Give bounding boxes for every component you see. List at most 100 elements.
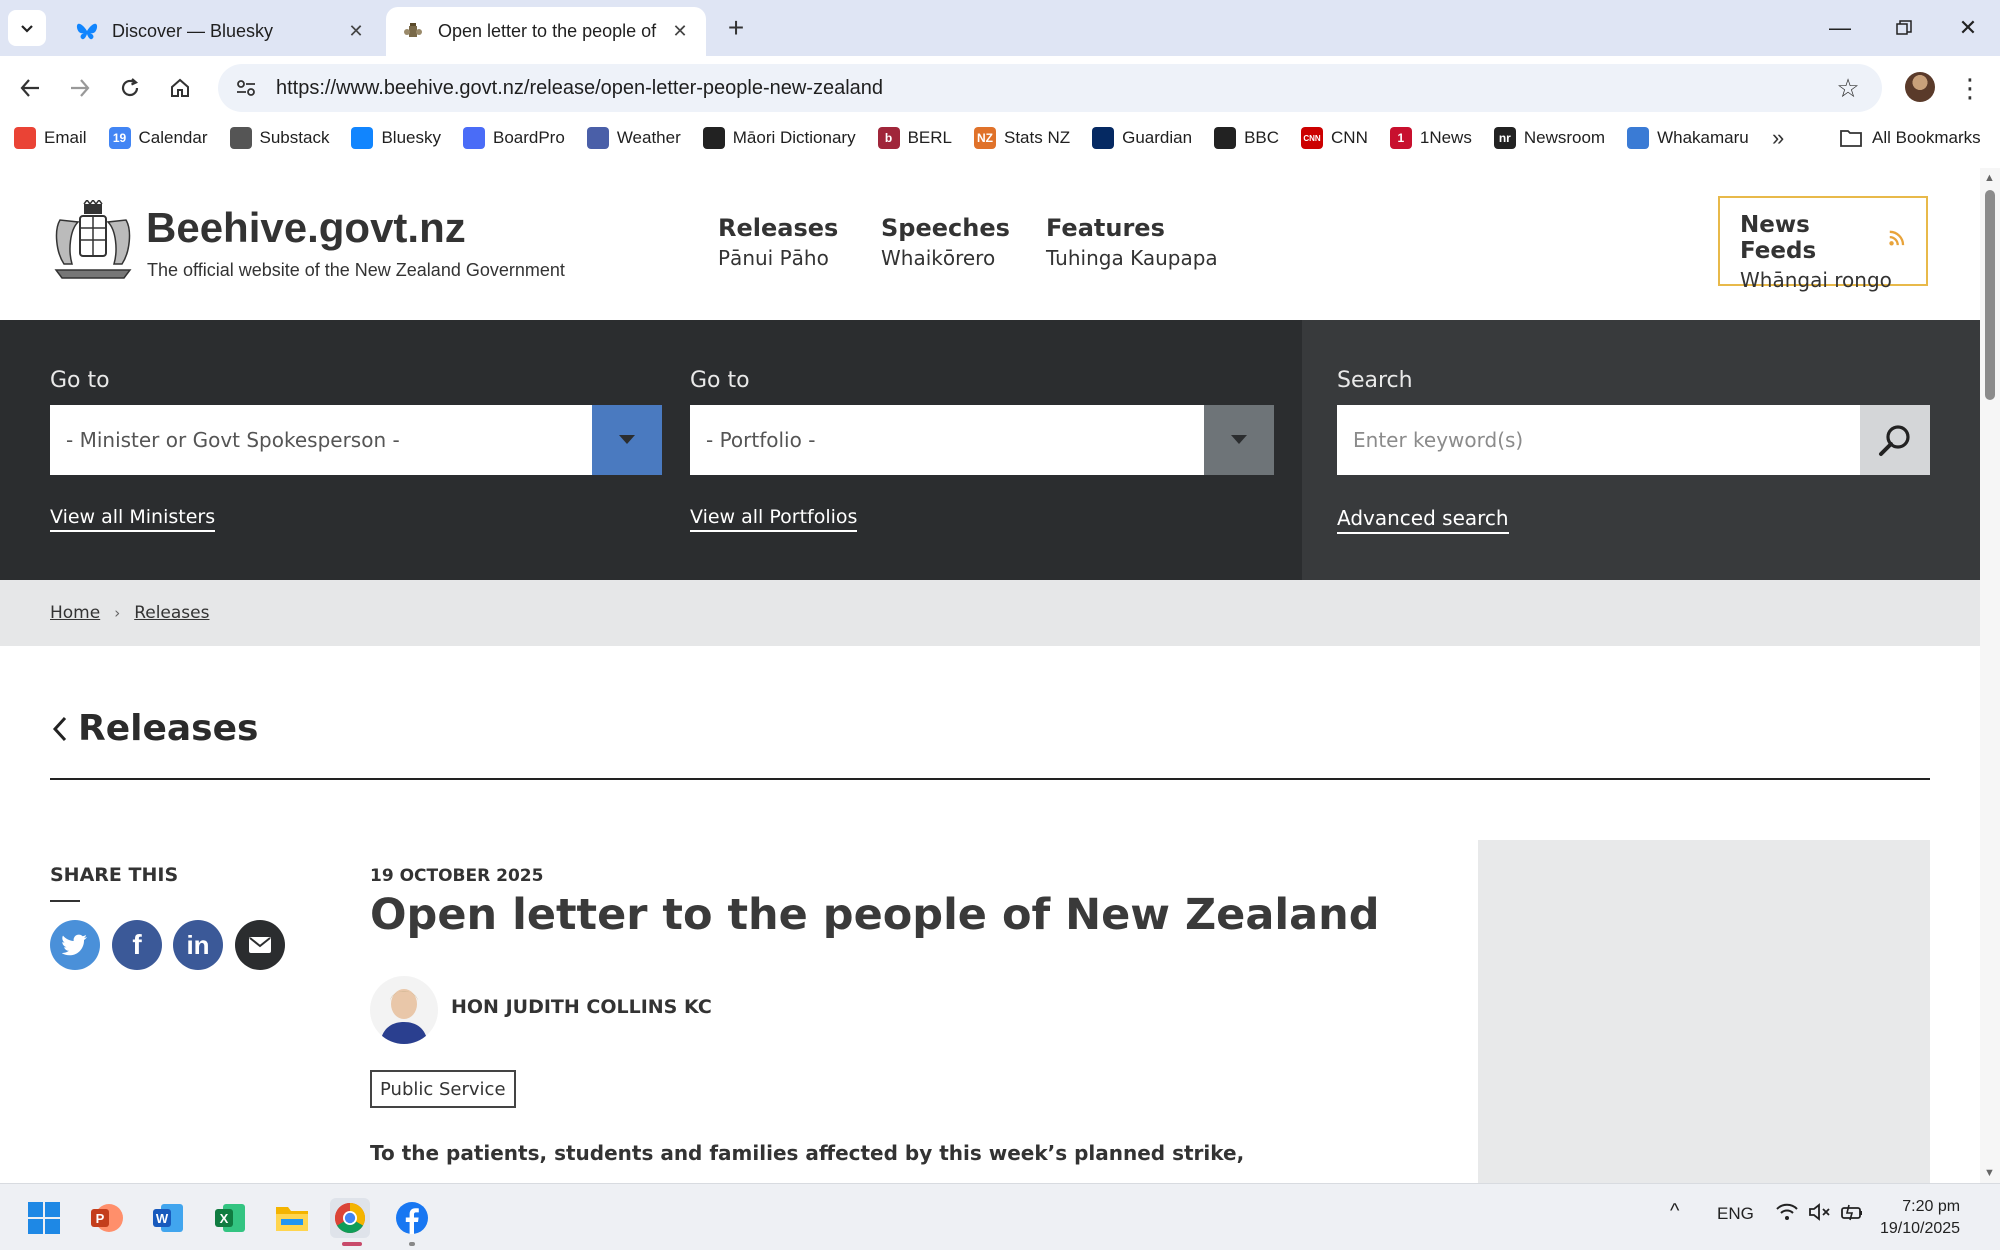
- kebab-menu-icon[interactable]: ⋮: [1955, 70, 1985, 106]
- bookmark-email[interactable]: Email: [14, 127, 87, 149]
- minister-avatar[interactable]: [370, 976, 438, 1044]
- scrollbar-thumb[interactable]: [1985, 190, 1995, 400]
- minister-select-value: - Minister or Govt Spokesperson -: [66, 428, 400, 452]
- chevron-left-icon: [52, 716, 67, 741]
- close-tab-icon[interactable]: ✕: [670, 21, 690, 42]
- share-linkedin-button[interactable]: in: [173, 920, 223, 970]
- search-input[interactable]: [1337, 405, 1860, 475]
- language-indicator[interactable]: ENG: [1717, 1204, 1754, 1224]
- chevron-down-icon[interactable]: [1204, 405, 1274, 475]
- volume-muted-icon[interactable]: [1808, 1202, 1832, 1227]
- minister-select[interactable]: - Minister or Govt Spokesperson -: [50, 405, 662, 475]
- minimize-icon[interactable]: —: [1820, 10, 1860, 46]
- bookmark-bluesky[interactable]: Bluesky: [351, 127, 441, 149]
- share-twitter-button[interactable]: [50, 920, 100, 970]
- bookmark-whakamaru[interactable]: Whakamaru: [1627, 127, 1749, 149]
- breadcrumb: Home › Releases: [0, 580, 1980, 646]
- facebook-icon: f: [132, 929, 142, 960]
- bookmark-newsroom[interactable]: nr Newsroom: [1493, 127, 1606, 149]
- new-tab-button[interactable]: +: [720, 12, 752, 44]
- back-to-releases-link[interactable]: Releases: [50, 708, 258, 749]
- profile-avatar[interactable]: [1905, 72, 1935, 102]
- twitter-icon: [62, 934, 87, 956]
- bookmark-label: BBC: [1244, 128, 1280, 147]
- nav-sublabel: Whaikōrero: [881, 246, 996, 270]
- address-bar[interactable]: https://www.beehive.govt.nz/release/open…: [218, 64, 1882, 112]
- advanced-search-link[interactable]: Advanced search: [1337, 506, 1509, 534]
- clock-date: 19/10/2025: [1880, 1220, 1961, 1237]
- breadcrumb-releases[interactable]: Releases: [134, 603, 209, 623]
- view-all-ministers-link[interactable]: View all Ministers: [50, 506, 216, 532]
- bookmark-cnn[interactable]: CNN CNN: [1301, 127, 1368, 149]
- bookmark-berl[interactable]: b BERL: [877, 127, 952, 149]
- share-facebook-button[interactable]: f: [112, 920, 162, 970]
- site-title[interactable]: Beehive.govt.nz: [146, 204, 466, 252]
- article-date: 19 OCTOBER 2025: [370, 866, 544, 886]
- page-scrollbar[interactable]: ▲ ▼: [1980, 168, 2000, 1183]
- share-email-button[interactable]: [235, 920, 285, 970]
- battery-icon[interactable]: [1840, 1202, 1864, 1227]
- site-info-icon[interactable]: [226, 68, 266, 108]
- nav-label: Speeches: [881, 214, 1010, 242]
- tab-beehive[interactable]: Open letter to the people of New Zealand…: [386, 7, 706, 56]
- section-divider: [50, 778, 1930, 780]
- powerpoint-icon[interactable]: P: [86, 1198, 126, 1238]
- bookmark-bbc[interactable]: BBC: [1214, 127, 1279, 149]
- home-icon[interactable]: [160, 68, 200, 108]
- bookmark-weather[interactable]: Weather: [586, 127, 681, 149]
- back-icon[interactable]: [10, 68, 50, 108]
- minister-name[interactable]: HON JUDITH COLLINS KC: [451, 996, 712, 1018]
- bookmark-substack[interactable]: Substack: [229, 127, 329, 149]
- bookmark-guardian[interactable]: Guardian: [1092, 127, 1192, 149]
- linkedin-icon: in: [186, 929, 210, 960]
- bookmark-m-ori-dictionary[interactable]: Māori Dictionary: [702, 127, 856, 149]
- bookmark-boardpro[interactable]: BoardPro: [462, 127, 565, 149]
- tab-strip: Discover — Bluesky ✕ Open letter to the …: [0, 0, 2000, 56]
- scroll-down-icon[interactable]: ▼: [1984, 1167, 1995, 1179]
- bookmark-calendar[interactable]: 19 Calendar: [108, 127, 208, 149]
- share-divider: [50, 900, 80, 902]
- wifi-icon[interactable]: [1775, 1202, 1799, 1227]
- system-clock[interactable]: 7:20 pm 19/10/2025: [1880, 1196, 1960, 1240]
- bookmark-label: Stats NZ: [1004, 128, 1071, 147]
- bookmark-label: Newsroom: [1523, 128, 1606, 147]
- nav-speeches[interactable]: Speeches Whaikōrero: [881, 214, 1010, 270]
- windows-start-icon[interactable]: [24, 1198, 64, 1238]
- tab-search-button[interactable]: [8, 10, 46, 46]
- chevron-down-icon[interactable]: [592, 405, 662, 475]
- tab-bluesky[interactable]: Discover — Bluesky ✕: [60, 7, 382, 56]
- svg-text:W: W: [156, 1211, 169, 1226]
- file-explorer-icon[interactable]: [272, 1198, 312, 1238]
- restore-icon[interactable]: [1884, 10, 1924, 46]
- reload-icon[interactable]: [110, 68, 150, 108]
- chevron-up-icon[interactable]: ^: [1670, 1200, 1679, 1223]
- search-button[interactable]: [1860, 405, 1930, 475]
- bookmark-star-icon[interactable]: ☆: [1828, 68, 1868, 108]
- excel-icon[interactable]: X: [210, 1198, 250, 1238]
- facebook-app-icon[interactable]: [392, 1198, 432, 1238]
- scroll-up-icon[interactable]: ▲: [1984, 172, 1995, 184]
- breadcrumb-home[interactable]: Home: [50, 603, 100, 623]
- nav-features[interactable]: Features Tuhinga Kaupapa: [1046, 214, 1218, 270]
- more-bookmarks-icon[interactable]: »: [1772, 120, 1784, 156]
- portfolio-tag[interactable]: Public Service: [370, 1070, 516, 1108]
- 1news-icon: 1: [1389, 127, 1412, 149]
- close-window-icon[interactable]: ✕: [1948, 10, 1988, 46]
- all-bookmarks-button[interactable]: All Bookmarks: [1840, 120, 1981, 156]
- word-icon[interactable]: W: [148, 1198, 188, 1238]
- taskbar: P W X ^ ENG 7:20 pm 19/10/2025: [0, 1183, 2000, 1250]
- bookmark-stats-nz[interactable]: NZ Stats NZ: [974, 127, 1070, 149]
- url-text[interactable]: https://www.beehive.govt.nz/release/open…: [276, 77, 1828, 100]
- chrome-icon[interactable]: [330, 1198, 370, 1238]
- view-all-portfolios-link[interactable]: View all Portfolios: [690, 506, 858, 532]
- close-tab-icon[interactable]: ✕: [346, 21, 366, 42]
- bookmark-label: 1News: [1419, 128, 1472, 147]
- bookmark-label: BERL: [907, 128, 952, 147]
- nav-releases[interactable]: Releases Pānui Pāho: [718, 214, 838, 270]
- nav-label: Features: [1046, 214, 1165, 242]
- nz-coat-of-arms-icon[interactable]: [50, 200, 136, 282]
- forward-icon[interactable]: [60, 68, 100, 108]
- portfolio-select[interactable]: - Portfolio -: [690, 405, 1274, 475]
- bookmark-1news[interactable]: 1 1News: [1389, 127, 1472, 149]
- news-feeds-button[interactable]: News Feeds Whāngai rongo: [1718, 196, 1928, 292]
